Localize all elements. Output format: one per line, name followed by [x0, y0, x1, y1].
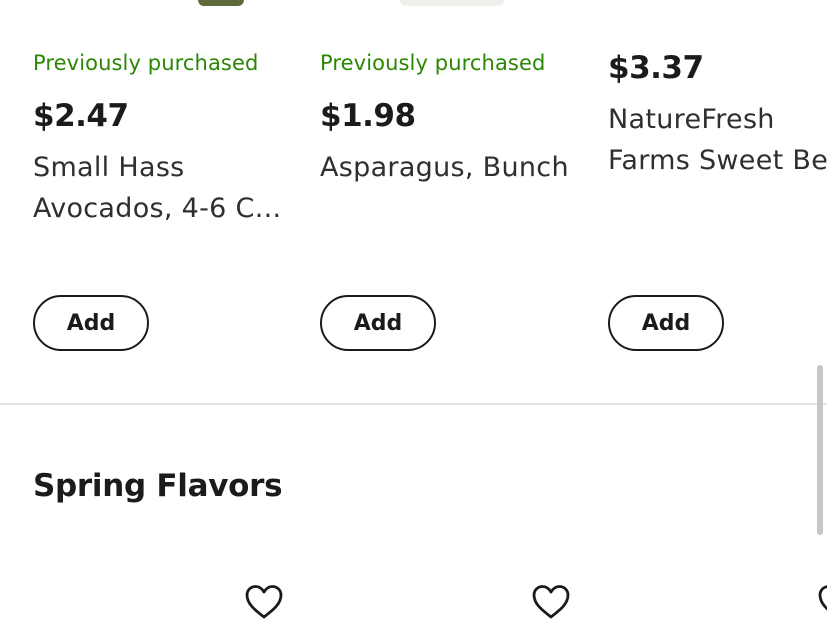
product-title[interactable]: NatureFresh Farms Sweet Be	[608, 99, 827, 181]
product-title-line: Avocados, 4-6 C...	[33, 193, 282, 224]
product-card: Previously purchased $1.98 Asparagus, Bu…	[320, 0, 580, 400]
add-to-cart-button[interactable]: Add	[608, 295, 724, 351]
favorite-button[interactable]	[817, 584, 827, 620]
product-title-line: Farms Sweet Be	[608, 145, 827, 176]
product-title[interactable]: Asparagus, Bunch	[320, 147, 569, 188]
scrollbar[interactable]	[817, 365, 823, 535]
heart-outline-icon	[245, 585, 283, 619]
previously-purchased-badge: Previously purchased	[33, 51, 259, 75]
product-price: $2.47	[33, 98, 129, 134]
section-title: Spring Flavors	[33, 468, 283, 504]
product-title-line: Asparagus, Bunch	[320, 152, 569, 183]
heart-outline-icon	[818, 585, 827, 611]
product-price: $3.37	[608, 50, 704, 86]
favorite-button[interactable]	[244, 584, 284, 620]
previously-purchased-badge: Previously purchased	[320, 51, 546, 75]
product-card: Previously purchased $2.47 Small Hass Av…	[33, 0, 293, 400]
product-price: $1.98	[320, 98, 416, 134]
product-title[interactable]: Small Hass Avocados, 4-6 C...	[33, 147, 281, 229]
section-divider	[0, 403, 827, 405]
product-card: $3.37 NatureFresh Farms Sweet Be Add	[608, 0, 827, 400]
favorite-button[interactable]	[531, 584, 571, 620]
add-to-cart-button[interactable]: Add	[33, 295, 149, 351]
heart-outline-icon	[532, 585, 570, 619]
product-title-line: NatureFresh	[608, 104, 775, 135]
add-to-cart-button[interactable]: Add	[320, 295, 436, 351]
product-title-line: Small Hass	[33, 152, 185, 183]
